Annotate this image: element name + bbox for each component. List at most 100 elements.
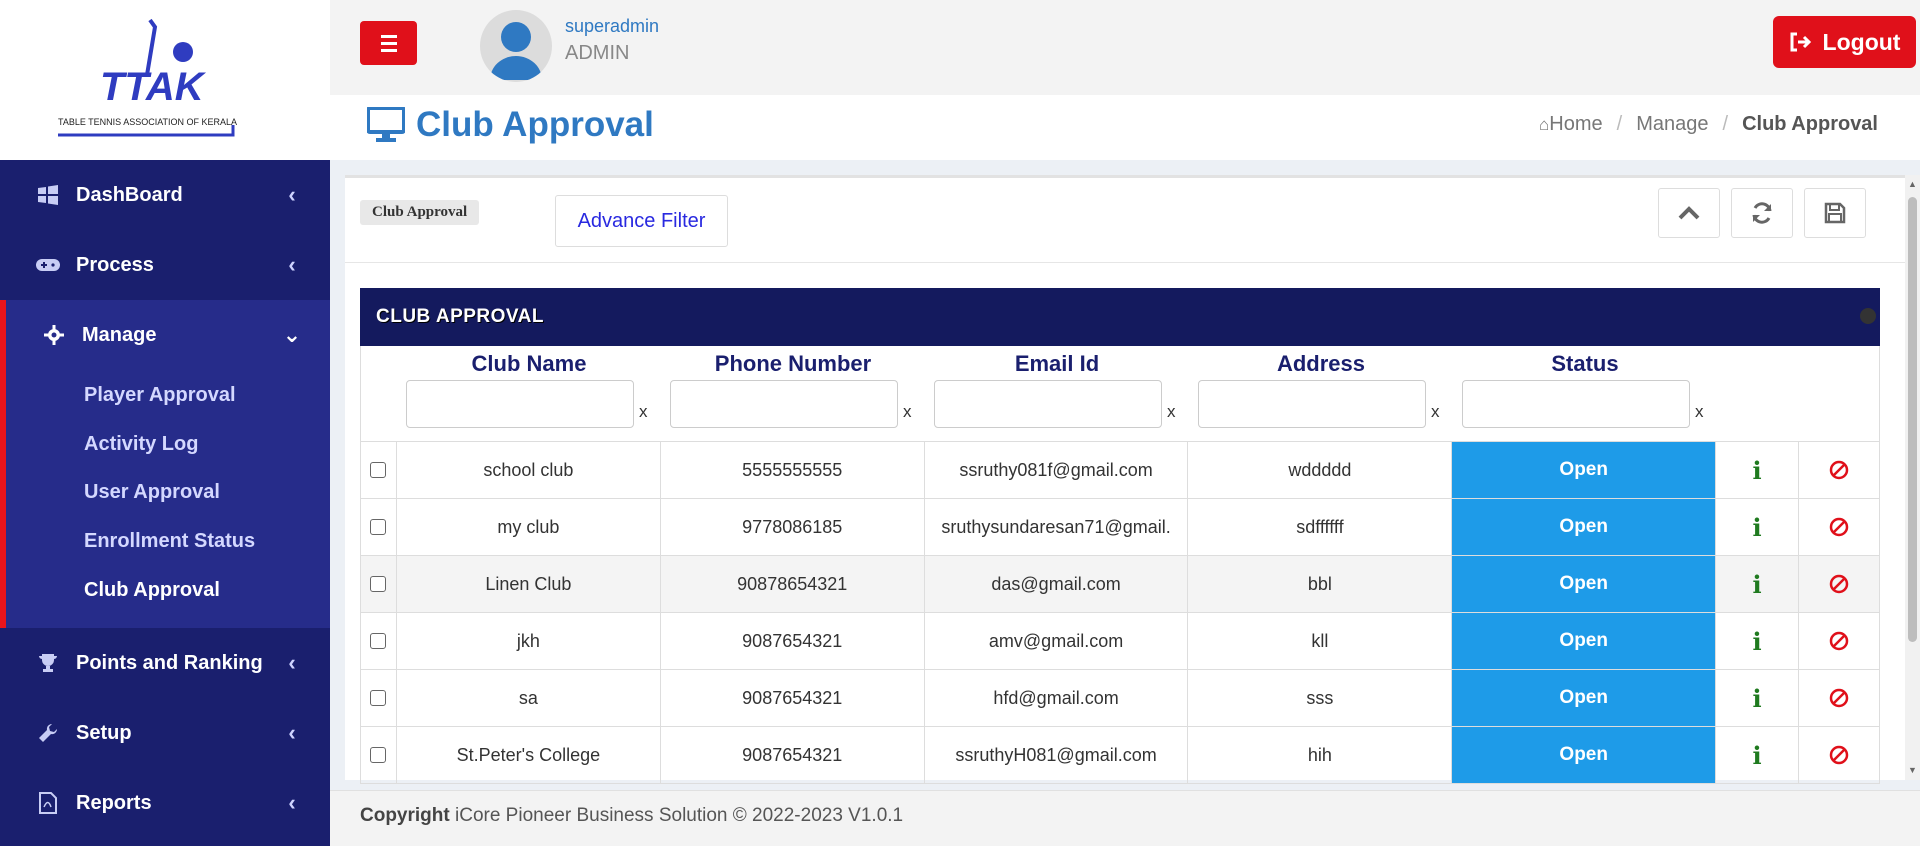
info-icon[interactable]: i xyxy=(1716,727,1800,783)
sidebar-subitem-player-approval[interactable]: Player Approval xyxy=(84,384,236,407)
table-title-bar: CLUB APPROVAL xyxy=(360,288,1880,346)
column-header-address[interactable]: Address xyxy=(1189,351,1453,377)
sidebar-item-dashboard[interactable]: DashBoard ‹ xyxy=(0,160,330,230)
row-checkbox[interactable] xyxy=(361,442,397,498)
logo-text: TTAK xyxy=(100,65,207,109)
cell-email: das@gmail.com xyxy=(925,556,1189,612)
cell-club-name: St.Peter's College xyxy=(397,727,661,783)
logout-button[interactable]: Logout xyxy=(1773,16,1916,68)
breadcrumb-manage[interactable]: Manage xyxy=(1636,113,1708,136)
status-open-button[interactable]: Open xyxy=(1452,499,1717,555)
filter-input-email[interactable] xyxy=(934,380,1162,428)
sidebar-item-label: Manage xyxy=(82,323,157,346)
sidebar-item-setup[interactable]: Setup ‹ xyxy=(0,698,330,768)
sidebar-item-label: Reports xyxy=(76,791,152,814)
refresh-button[interactable] xyxy=(1731,188,1793,238)
scroll-up-icon[interactable]: ▲ xyxy=(1908,179,1917,189)
ban-icon[interactable] xyxy=(1799,442,1879,498)
row-checkbox[interactable] xyxy=(361,499,397,555)
clear-filter-phone[interactable]: x xyxy=(903,402,912,422)
chevron-up-icon xyxy=(1678,206,1700,220)
row-checkbox[interactable] xyxy=(361,613,397,669)
sidebar-item-process[interactable]: Process ‹ xyxy=(0,230,330,300)
cell-email: hfd@gmail.com xyxy=(925,670,1189,726)
wrench-icon xyxy=(36,721,60,745)
ban-icon[interactable] xyxy=(1799,499,1879,555)
info-icon[interactable]: i xyxy=(1716,613,1800,669)
ban-icon[interactable] xyxy=(1799,613,1879,669)
clear-filter-address[interactable]: x xyxy=(1431,402,1440,422)
cell-phone: 90878654321 xyxy=(661,556,925,612)
clear-filter-email[interactable]: x xyxy=(1167,402,1176,422)
save-button[interactable] xyxy=(1804,188,1866,238)
sidebar-subitem-enrollment-status[interactable]: Enrollment Status xyxy=(84,530,255,553)
ban-icon[interactable] xyxy=(1799,727,1879,783)
sidebar-subitem-activity-log[interactable]: Activity Log xyxy=(84,433,198,456)
info-icon[interactable]: i xyxy=(1716,556,1800,612)
settings-icon[interactable] xyxy=(1860,308,1876,324)
cell-club-name: jkh xyxy=(397,613,661,669)
cell-phone: 9087654321 xyxy=(661,727,925,783)
status-open-button[interactable]: Open xyxy=(1452,556,1717,612)
cell-address: hih xyxy=(1188,727,1453,783)
sidebar-item-label: DashBoard xyxy=(76,183,183,206)
info-icon[interactable]: i xyxy=(1716,670,1800,726)
table-row: my club 9778086185 sruthysundaresan71@gm… xyxy=(360,499,1880,556)
trophy-icon xyxy=(36,651,60,675)
sidebar-subitem-club-approval[interactable]: Club Approval xyxy=(84,579,220,602)
breadcrumb-home[interactable]: Home xyxy=(1549,113,1602,136)
row-checkbox[interactable] xyxy=(361,727,397,783)
gamepad-icon xyxy=(36,253,60,277)
status-open-button[interactable]: Open xyxy=(1452,670,1717,726)
user-icon xyxy=(490,22,542,80)
logo[interactable]: TTAK TABLE TENNIS ASSOCIATION OF KERALA xyxy=(0,0,330,160)
sidebar-item-manage[interactable]: Manage ⌄ xyxy=(0,300,330,370)
ban-icon[interactable] xyxy=(1799,556,1879,612)
avatar[interactable] xyxy=(480,10,552,82)
hamburger-icon xyxy=(380,34,397,38)
advance-filter-button[interactable]: Advance Filter xyxy=(555,195,728,247)
sidebar-item-points-ranking[interactable]: Points and Ranking ‹ xyxy=(0,628,330,698)
footer: Copyright iCore Pioneer Business Solutio… xyxy=(330,790,1920,846)
cell-email: sruthysundaresan71@gmail. xyxy=(925,499,1189,555)
column-header-phone[interactable]: Phone Number xyxy=(661,351,925,377)
cell-address: bbl xyxy=(1188,556,1453,612)
status-open-button[interactable]: Open xyxy=(1452,613,1717,669)
table-row: jkh 9087654321 amv@gmail.com kll Open i xyxy=(360,613,1880,670)
page-header: Club Approval ⌂ Home / Manage / Club App… xyxy=(330,95,1920,160)
filter-input-club-name[interactable] xyxy=(406,380,634,428)
row-checkbox[interactable] xyxy=(361,670,397,726)
column-header-status[interactable]: Status xyxy=(1453,351,1717,377)
sidebar-item-reports[interactable]: Reports ‹ xyxy=(0,768,330,838)
top-bar: superadmin ADMIN Logout xyxy=(330,0,1920,95)
scroll-down-icon[interactable]: ▼ xyxy=(1908,765,1917,775)
chevron-left-icon: ‹ xyxy=(288,720,296,745)
cell-club-name: sa xyxy=(397,670,661,726)
cell-address: sss xyxy=(1188,670,1453,726)
filter-row: Club Name Phone Number Email Id Address … xyxy=(360,346,1880,442)
cell-email: amv@gmail.com xyxy=(925,613,1189,669)
ban-icon[interactable] xyxy=(1799,670,1879,726)
vertical-scrollbar[interactable]: ▲ ▼ xyxy=(1905,175,1920,780)
collapse-button[interactable] xyxy=(1658,188,1720,238)
clear-filter-club-name[interactable]: x xyxy=(639,402,648,422)
filter-input-status[interactable] xyxy=(1462,380,1690,428)
row-checkbox[interactable] xyxy=(361,556,397,612)
menu-toggle-button[interactable] xyxy=(360,21,417,65)
info-icon[interactable]: i xyxy=(1716,442,1800,498)
club-approval-table: CLUB APPROVAL Club Name Phone Number Ema… xyxy=(360,288,1880,788)
sidebar-subitem-user-approval[interactable]: User Approval xyxy=(84,481,220,504)
info-icon[interactable]: i xyxy=(1716,499,1800,555)
status-open-button[interactable]: Open xyxy=(1452,727,1717,783)
filter-input-phone[interactable] xyxy=(670,380,898,428)
sidebar: TTAK TABLE TENNIS ASSOCIATION OF KERALA … xyxy=(0,0,330,846)
filter-input-address[interactable] xyxy=(1198,380,1426,428)
user-role: ADMIN xyxy=(565,42,630,64)
clear-filter-status[interactable]: x xyxy=(1695,402,1704,422)
sidebar-item-label: Points and Ranking xyxy=(76,651,263,674)
scroll-thumb[interactable] xyxy=(1908,197,1917,642)
column-header-email[interactable]: Email Id xyxy=(925,351,1189,377)
column-header-club-name[interactable]: Club Name xyxy=(397,351,661,377)
status-open-button[interactable]: Open xyxy=(1452,442,1717,498)
home-icon: ⌂ xyxy=(1539,114,1550,134)
